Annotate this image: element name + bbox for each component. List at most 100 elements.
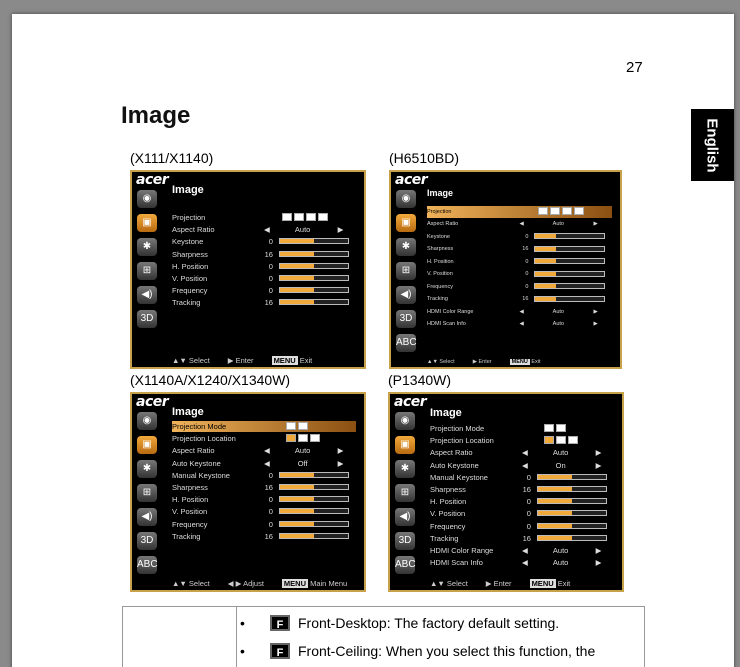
arrow-left-icon[interactable]: ◀ <box>520 221 524 227</box>
osd-slider[interactable] <box>536 498 607 505</box>
image-menu-icon[interactable]: ▣ <box>396 214 416 232</box>
arrow-right-icon[interactable]: ▶ <box>594 309 598 315</box>
osd-row[interactable]: Frequency 0 <box>430 521 614 532</box>
osd-menu-icon[interactable]: ✱ <box>396 238 416 256</box>
osd-menu-icon[interactable]: ◀) <box>395 508 415 526</box>
osd-row[interactable]: Manual Keystone 0 <box>430 472 614 483</box>
osd-menu-icon[interactable]: ◀) <box>137 286 157 304</box>
arrow-left-icon[interactable]: ◀ <box>520 321 524 327</box>
arrow-right-icon[interactable]: ▶ <box>596 461 602 470</box>
image-menu-icon[interactable]: ▣ <box>137 436 157 454</box>
osd-slider[interactable] <box>278 287 349 294</box>
arrow-right-icon[interactable]: ▶ <box>596 558 602 567</box>
osd-row[interactable]: V. Position 0 <box>172 506 356 517</box>
osd-row[interactable]: Projection Location <box>430 435 614 446</box>
osd-slider[interactable] <box>278 250 349 257</box>
osd-row[interactable]: Keystone 0 <box>172 236 356 247</box>
osd-menu-icon[interactable]: 3D <box>137 310 157 328</box>
osd-row[interactable]: HDMI Scan Info ◀ Auto ▶ <box>430 557 614 568</box>
osd-row[interactable]: H. Position 0 <box>427 256 612 268</box>
osd-menu-icon[interactable]: ◉ <box>137 190 157 208</box>
osd-row[interactable]: Tracking 16 <box>172 297 356 308</box>
arrow-left-icon[interactable]: ◀ <box>264 225 270 234</box>
osd-row[interactable]: Sharpness 16 <box>427 244 612 256</box>
projection-mode-icon[interactable] <box>556 423 567 432</box>
osd-row[interactable]: Aspect Ratio ◀ Auto ▶ <box>172 224 356 235</box>
projection-mode-icon[interactable] <box>556 435 567 444</box>
osd-row[interactable]: H. Position 0 <box>430 496 614 507</box>
osd-row[interactable]: Keystone 0 <box>427 231 612 243</box>
osd-slider[interactable] <box>534 258 605 265</box>
arrow-right-icon[interactable]: ▶ <box>594 221 598 227</box>
osd-slider[interactable] <box>278 532 349 539</box>
osd-menu-icon[interactable]: ✱ <box>137 460 157 478</box>
osd-menu-icon[interactable]: ⊞ <box>395 484 415 502</box>
projection-mode-icon[interactable] <box>544 423 555 432</box>
image-menu-icon[interactable]: ▣ <box>395 436 415 454</box>
osd-row[interactable]: Projection Location <box>172 433 356 444</box>
osd-menu-icon[interactable]: 3D <box>137 532 157 550</box>
projection-mode-icon[interactable] <box>298 433 309 442</box>
osd-row[interactable]: Frequency 0 <box>172 519 356 530</box>
osd-slider[interactable] <box>534 270 605 277</box>
projection-mode-icon[interactable] <box>544 435 555 444</box>
osd-menu-icon[interactable]: 3D <box>395 532 415 550</box>
osd-row[interactable]: V. Position 0 <box>427 269 612 281</box>
projection-mode-icon[interactable] <box>568 435 579 444</box>
osd-row[interactable]: Frequency 0 <box>427 281 612 293</box>
projection-mode-icon[interactable] <box>282 212 293 221</box>
osd-slider[interactable] <box>534 283 605 290</box>
osd-row[interactable]: HDMI Color Range ◀ Auto ▶ <box>430 545 614 556</box>
osd-slider[interactable] <box>278 496 349 503</box>
osd-menu-icon[interactable]: ⊞ <box>137 262 157 280</box>
osd-row[interactable]: Sharpness 16 <box>172 482 356 493</box>
osd-menu-icon[interactable]: ✱ <box>137 238 157 256</box>
arrow-right-icon[interactable]: ▶ <box>338 459 344 468</box>
osd-row[interactable]: Tracking 16 <box>427 294 612 306</box>
projection-mode-icon[interactable] <box>310 433 321 442</box>
osd-slider[interactable] <box>278 275 349 282</box>
osd-menu-icon[interactable]: ABC <box>395 556 416 574</box>
osd-row[interactable]: Tracking 16 <box>430 533 614 544</box>
osd-slider[interactable] <box>536 510 607 517</box>
osd-row[interactable]: Manual Keystone 0 <box>172 470 356 481</box>
osd-row[interactable]: HDMI Color Range ◀ Auto ▶ <box>427 306 612 318</box>
osd-slider[interactable] <box>536 522 607 529</box>
projection-mode-icon[interactable] <box>562 206 572 215</box>
osd-row[interactable]: Sharpness 16 <box>430 484 614 495</box>
osd-row[interactable]: Frequency 0 <box>172 285 356 296</box>
osd-row[interactable]: H. Position 0 <box>172 494 356 505</box>
arrow-right-icon[interactable]: ▶ <box>338 225 344 234</box>
osd-menu-icon[interactable]: ⊞ <box>396 262 416 280</box>
projection-mode-icon[interactable] <box>286 421 297 430</box>
osd-slider[interactable] <box>278 238 349 245</box>
osd-row[interactable]: Auto Keystone ◀ On ▶ <box>430 460 614 471</box>
arrow-right-icon[interactable]: ▶ <box>594 321 598 327</box>
osd-slider[interactable] <box>534 295 605 302</box>
osd-slider[interactable] <box>278 262 349 269</box>
projection-mode-icon[interactable] <box>550 206 560 215</box>
osd-row[interactable]: V. Position 0 <box>172 273 356 284</box>
osd-menu-icon[interactable]: 3D <box>396 310 416 328</box>
osd-menu-icon[interactable]: ✱ <box>395 460 415 478</box>
osd-slider[interactable] <box>278 299 349 306</box>
osd-menu-icon[interactable]: ◀) <box>396 286 416 304</box>
osd-menu-icon[interactable]: ◉ <box>396 190 416 208</box>
osd-row[interactable]: V. Position 0 <box>430 508 614 519</box>
osd-slider[interactable] <box>534 233 605 240</box>
arrow-left-icon[interactable]: ◀ <box>522 546 528 555</box>
osd-slider[interactable] <box>278 471 349 478</box>
osd-row[interactable]: HDMI Scan Info ◀ Auto ▶ <box>427 319 612 331</box>
osd-row[interactable]: Projection Mode <box>172 421 356 433</box>
osd-row[interactable]: Aspect Ratio ◀ Auto ▶ <box>172 445 356 456</box>
projection-mode-icon[interactable] <box>306 212 317 221</box>
osd-menu-icon[interactable]: ◉ <box>137 412 157 430</box>
osd-slider[interactable] <box>278 484 349 491</box>
image-menu-icon[interactable]: ▣ <box>137 214 157 232</box>
projection-mode-icon[interactable] <box>286 433 297 442</box>
osd-slider[interactable] <box>536 473 607 480</box>
projection-mode-icon[interactable] <box>574 206 584 215</box>
osd-row[interactable]: Projection Mode <box>430 423 614 434</box>
osd-slider[interactable] <box>536 534 607 541</box>
osd-row[interactable]: Projection <box>427 206 612 218</box>
